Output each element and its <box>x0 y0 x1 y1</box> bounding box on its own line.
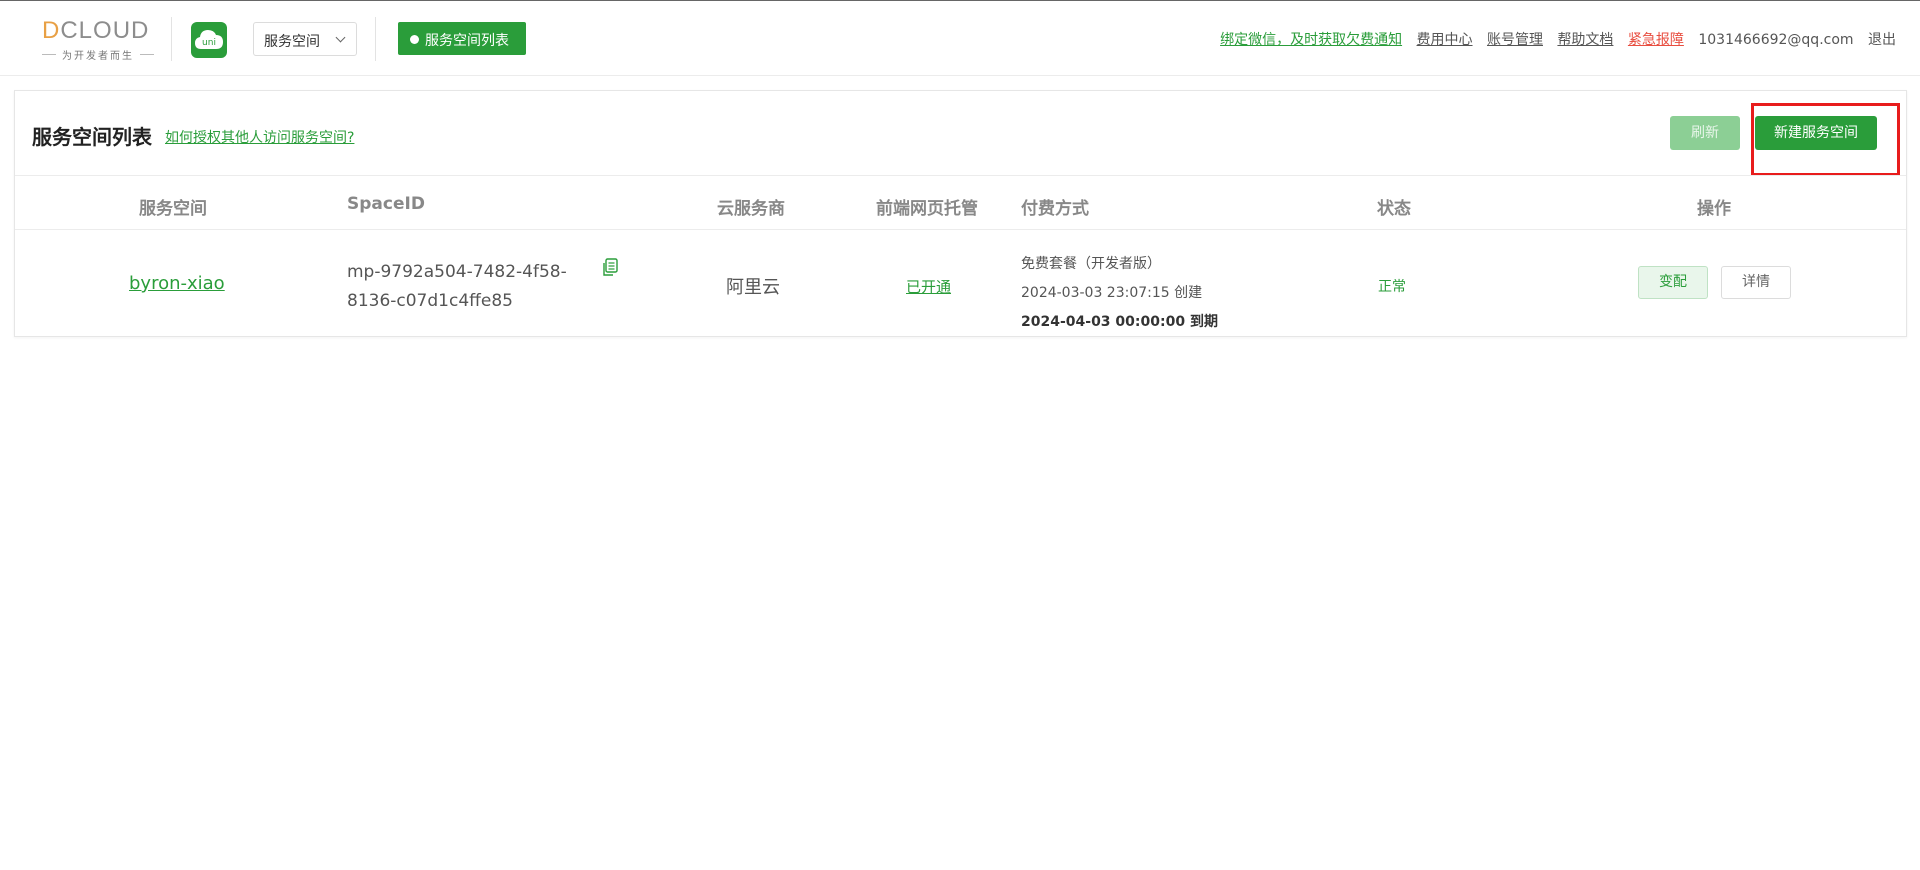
billing-expires: 2024-04-03 00:00:00 到期 <box>1021 314 1218 330</box>
logo-wordmark: DCLOUD <box>42 17 150 44</box>
column-header-billing: 付费方式 <box>1021 199 1089 219</box>
tab-space-list-label: 服务空间列表 <box>425 33 509 49</box>
top-nav-links: 绑定微信，及时获取欠费通知 费用中心 账号管理 帮助文档 紧急报障 103146… <box>1210 29 1896 49</box>
billing-created: 2024-03-03 23:07:15 创建 <box>1021 285 1203 301</box>
header-divider <box>375 17 376 61</box>
header-divider <box>171 17 172 61</box>
tab-space-list[interactable]: 服务空间列表 <box>398 22 526 55</box>
column-header-space: 服务空间 <box>139 199 207 219</box>
column-header-hosting: 前端网页托管 <box>876 199 978 219</box>
config-button[interactable]: 变配 <box>1638 266 1708 299</box>
column-header-provider: 云服务商 <box>717 199 785 219</box>
table-header: 服务空间 SpaceID 云服务商 前端网页托管 付费方式 状态 操作 <box>15 175 1906 230</box>
space-type-select-value: 服务空间 <box>264 34 320 50</box>
column-header-actions: 操作 <box>1697 199 1731 219</box>
page-title: 服务空间列表 <box>32 125 152 149</box>
cloud-provider: 阿里云 <box>726 277 780 298</box>
space-type-select[interactable]: 服务空间 <box>253 22 357 56</box>
billing-info: 免费套餐（开发者版） 2024-03-03 23:07:15 创建 2024-0… <box>1021 250 1218 337</box>
space-name-link[interactable]: byron-xiao <box>129 273 225 294</box>
hosting-status-link[interactable]: 已开通 <box>906 276 951 297</box>
chevron-down-icon <box>335 32 346 43</box>
logo-subtitle: 为开发者而生 <box>42 47 154 62</box>
billing-plan: 免费套餐（开发者版） <box>1021 256 1161 272</box>
space-id-line-1: mp-9792a504-7482-4f58- <box>347 262 567 282</box>
authorize-help-link[interactable]: 如何授权其他人访问服务空间? <box>165 127 354 147</box>
new-space-button[interactable]: 新建服务空间 <box>1755 116 1877 150</box>
svg-text:uni: uni <box>202 38 216 48</box>
copy-icon[interactable] <box>601 258 619 281</box>
bind-wechat-link[interactable]: 绑定微信，及时获取欠费通知 <box>1220 32 1402 48</box>
space-id: mp-9792a504-7482-4f58- 8136-c07d1c4ffe85 <box>347 258 567 316</box>
uni-cloud-icon[interactable]: uni <box>191 22 227 58</box>
column-header-spaceid: SpaceID <box>347 194 425 214</box>
billing-center-link[interactable]: 费用中心 <box>1417 32 1473 48</box>
column-header-status: 状态 <box>1377 199 1411 219</box>
refresh-button[interactable]: 刷新 <box>1670 116 1740 150</box>
top-header: DCLOUD 为开发者而生 uni 服务空间 服务空间列表 绑定微信，及时获取欠… <box>0 0 1920 76</box>
dcloud-logo[interactable]: DCLOUD 为开发者而生 <box>42 17 154 62</box>
account-management-link[interactable]: 账号管理 <box>1487 32 1543 48</box>
user-email: 1031466692@qq.com <box>1698 32 1854 48</box>
space-list-card: 服务空间列表 如何授权其他人访问服务空间? 刷新 新建服务空间 服务空间 Spa… <box>14 90 1907 337</box>
active-dot-icon <box>410 35 419 44</box>
status-badge: 正常 <box>1378 279 1406 295</box>
logout-link[interactable]: 退出 <box>1868 32 1896 48</box>
detail-button[interactable]: 详情 <box>1721 266 1791 299</box>
space-id-line-2: 8136-c07d1c4ffe85 <box>347 291 513 311</box>
help-docs-link[interactable]: 帮助文档 <box>1557 32 1613 48</box>
table-row: byron-xiao mp-9792a504-7482-4f58- 8136-c… <box>15 230 1906 336</box>
emergency-report-link[interactable]: 紧急报障 <box>1628 32 1684 48</box>
